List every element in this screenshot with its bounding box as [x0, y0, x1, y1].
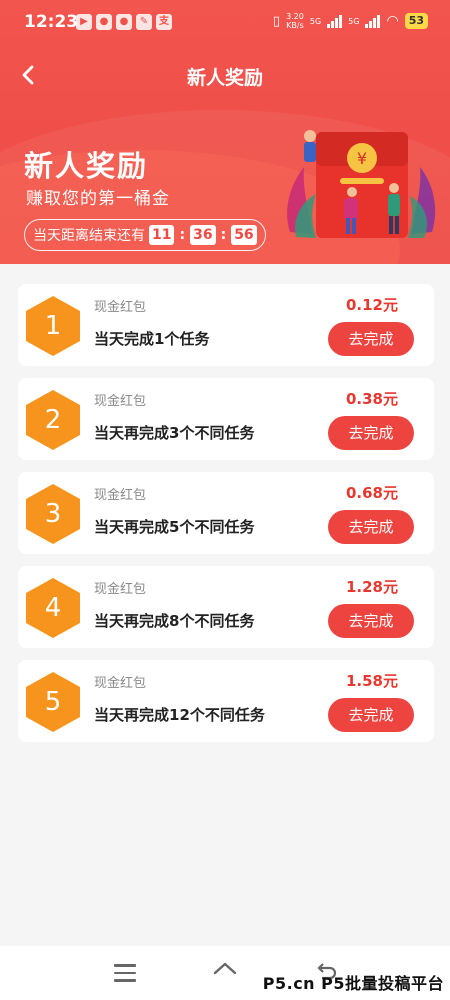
- signal-icon: [365, 14, 381, 28]
- menu-icon[interactable]: [114, 964, 136, 982]
- signal-icon: [327, 14, 343, 28]
- status-right: ▯ 3.20 KB/s 5G 5G ◠ 53: [273, 12, 428, 30]
- wifi-icon: ◠: [386, 13, 399, 29]
- nav-bar: 新人奖励: [0, 50, 450, 100]
- task-card: 3 现金红包 当天再完成5个不同任务 0.68元 去完成: [18, 472, 434, 554]
- go-complete-button[interactable]: 去完成: [328, 322, 414, 356]
- task-number: 3: [44, 499, 62, 529]
- go-complete-button[interactable]: 去完成: [328, 604, 414, 638]
- task-amount: 0.12元: [345, 296, 398, 314]
- feather-icon: ✎: [136, 14, 152, 30]
- task-card: 5 现金红包 当天再完成12个不同任务 1.58元 去完成: [18, 660, 434, 742]
- status-time: 12:23: [24, 12, 79, 32]
- task-type: 现金红包: [94, 300, 147, 315]
- net-speed: 3.20 KB/s: [286, 12, 304, 30]
- watermark: P5.cn P5批量投稿平台: [262, 974, 444, 993]
- red-envelope-illustration: ¥: [287, 130, 436, 238]
- home-icon[interactable]: [212, 960, 238, 984]
- task-description: 当天再完成12个不同任务: [94, 706, 265, 724]
- countdown: 当天距离结束还有 11 : 36 : 56: [24, 219, 266, 251]
- task-amount: 1.58元: [345, 672, 398, 690]
- countdown-separator: :: [179, 227, 186, 243]
- task-description: 当天再完成5个不同任务: [94, 518, 255, 536]
- task-type: 现金红包: [94, 676, 147, 691]
- task-number: 4: [44, 593, 62, 623]
- task-number: 1: [44, 311, 62, 341]
- go-complete-button[interactable]: 去完成: [328, 698, 414, 732]
- qq-icon: ●: [96, 14, 112, 30]
- alipay-icon: 支: [156, 14, 172, 30]
- countdown-minutes: 36: [190, 225, 216, 245]
- countdown-seconds: 56: [231, 225, 257, 245]
- header-banner: 12:23 ▶ ● ● ✎ 支 ▯ 3.20 KB/s 5G 5G ◠ 53 新…: [0, 0, 450, 264]
- svg-text:¥: ¥: [357, 149, 367, 168]
- net-type: 5G: [309, 16, 322, 26]
- net-type: 5G: [348, 16, 360, 26]
- task-amount: 0.68元: [345, 484, 398, 502]
- task-list: 1 现金红包 当天完成1个任务 0.12元 去完成 2 现金红包 当天再完成3个…: [18, 284, 434, 754]
- status-bar: 12:23 ▶ ● ● ✎ 支 ▯ 3.20 KB/s 5G 5G ◠ 53: [0, 0, 450, 44]
- qq-icon: ●: [116, 14, 132, 30]
- system-nav-bar: P5.cn P5批量投稿平台: [0, 946, 450, 1000]
- battery-badge: 53: [404, 13, 428, 29]
- task-type: 现金红包: [94, 582, 147, 597]
- task-description: 当天再完成8个不同任务: [94, 612, 255, 630]
- task-card: 1 现金红包 当天完成1个任务 0.12元 去完成: [18, 284, 434, 366]
- task-card: 2 现金红包 当天再完成3个不同任务 0.38元 去完成: [18, 378, 434, 460]
- notification-icons: ▶ ● ● ✎ 支: [76, 14, 172, 30]
- task-card: 4 现金红包 当天再完成8个不同任务 1.28元 去完成: [18, 566, 434, 648]
- task-number: 2: [44, 405, 62, 435]
- countdown-separator: :: [220, 227, 227, 243]
- page-title: 新人奖励: [186, 67, 263, 89]
- task-type: 现金红包: [94, 394, 147, 409]
- countdown-label: 当天距离结束还有: [33, 228, 145, 244]
- countdown-hours: 11: [149, 225, 175, 245]
- go-complete-button[interactable]: 去完成: [328, 416, 414, 450]
- task-amount: 0.38元: [345, 390, 398, 408]
- task-number: 5: [44, 687, 62, 717]
- task-type: 现金红包: [94, 488, 147, 503]
- go-complete-button[interactable]: 去完成: [328, 510, 414, 544]
- task-description: 当天完成1个任务: [94, 330, 210, 348]
- vibrate-icon: ▯: [272, 13, 281, 29]
- banner-title: 新人奖励: [24, 149, 149, 183]
- banner-subtitle: 赚取您的第一桶金: [26, 189, 170, 209]
- task-amount: 1.28元: [345, 578, 398, 596]
- app-notification-icon: ▶: [76, 14, 92, 30]
- task-description: 当天再完成3个不同任务: [94, 424, 255, 442]
